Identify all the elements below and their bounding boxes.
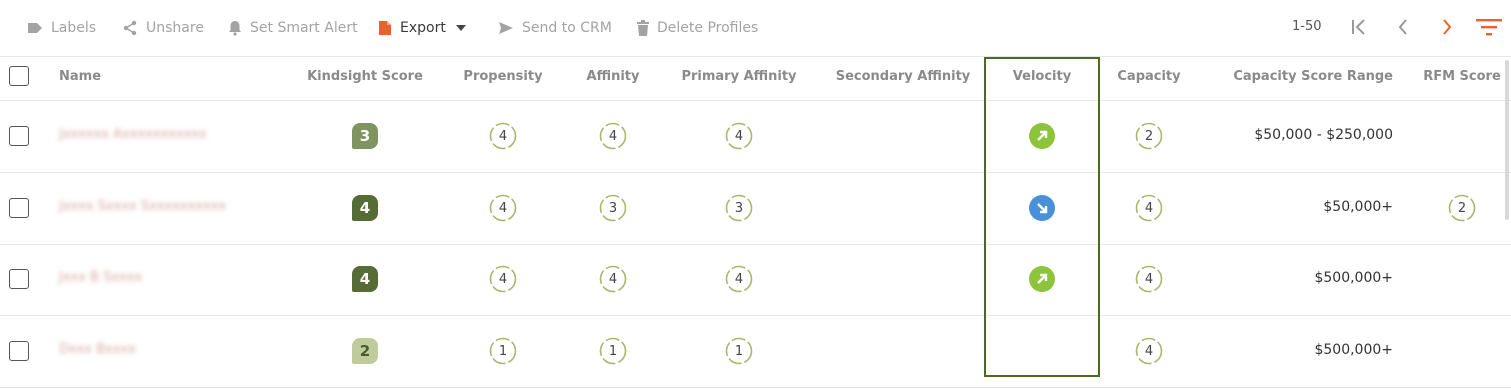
kindsight-score-badge: 4 — [352, 266, 378, 292]
profile-name-link[interactable]: Jxxx B Sxxxx — [59, 270, 142, 285]
column-header-name[interactable]: Name — [59, 69, 101, 84]
primary-affinity-score: 1 — [725, 337, 753, 365]
capacity-score-range: $50,000 - $250,000 — [1254, 127, 1393, 143]
labels-label: Labels — [51, 20, 97, 36]
table-row[interactable]: Jxxxxxx Axxxxxxxxxxx 3 4 4 4 2 $50,000 -… — [0, 101, 1511, 173]
row-checkbox[interactable] — [9, 126, 29, 146]
share-icon — [123, 20, 137, 36]
affinity-score: 4 — [599, 122, 627, 150]
export-button[interactable]: Export — [378, 18, 466, 38]
previous-page-button[interactable] — [1390, 14, 1416, 40]
propensity-score: 4 — [489, 194, 517, 222]
capacity-score-range: $500,000+ — [1314, 342, 1393, 358]
kindsight-score-badge: 3 — [352, 123, 378, 149]
delete-profiles-button[interactable]: Delete Profiles — [637, 18, 758, 38]
profile-name-link[interactable]: Jxxxx Sxxxx Sxxxxxxxxxx — [59, 199, 226, 214]
bell-icon — [229, 21, 241, 36]
table-row[interactable]: Dxxx Bxxxx 2 1 1 1 4 $500,000+ — [0, 316, 1511, 388]
profile-name-link[interactable]: Jxxxxxx Axxxxxxxxxxx — [59, 127, 207, 142]
first-page-icon — [1352, 19, 1365, 35]
kindsight-score-badge: 4 — [352, 195, 378, 221]
column-header-secondary-affinity[interactable]: Secondary Affinity — [836, 69, 971, 84]
column-header-affinity[interactable]: Affinity — [587, 69, 640, 84]
set-smart-alert-button[interactable]: Set Smart Alert — [228, 18, 358, 38]
delete-profiles-label: Delete Profiles — [657, 20, 759, 36]
filter-button[interactable] — [1475, 14, 1503, 40]
row-checkbox[interactable] — [9, 198, 29, 218]
filter-icon — [1476, 19, 1502, 36]
table-row[interactable]: Jxxx B Sxxxx 4 4 4 4 4 $500,000+ — [0, 244, 1511, 316]
affinity-score: 3 — [599, 194, 627, 222]
send-icon — [499, 22, 513, 34]
column-header-velocity[interactable]: Velocity — [1013, 69, 1071, 84]
affinity-score: 4 — [599, 265, 627, 293]
select-all-checkbox[interactable] — [9, 66, 29, 86]
capacity-score-range: $500,000+ — [1314, 270, 1393, 286]
unshare-button[interactable]: Unshare — [122, 18, 204, 38]
propensity-score: 1 — [489, 337, 517, 365]
capacity-score: 4 — [1135, 265, 1163, 293]
chevron-right-icon — [1443, 19, 1452, 35]
column-header-propensity[interactable]: Propensity — [463, 69, 542, 84]
chevron-left-icon — [1398, 19, 1407, 35]
velocity-up-icon — [1029, 266, 1055, 292]
unshare-label: Unshare — [146, 20, 204, 36]
column-header-capacity-score-range[interactable]: Capacity Score Range — [1233, 69, 1393, 84]
column-header-rfm-score[interactable]: RFM Score — [1423, 69, 1501, 84]
affinity-score: 1 — [599, 337, 627, 365]
primary-affinity-score: 4 — [725, 122, 753, 150]
set-smart-alert-label: Set Smart Alert — [250, 20, 358, 36]
column-header-kindsight-score[interactable]: Kindsight Score — [307, 69, 423, 84]
table-header: Name Kindsight Score Propensity Affinity… — [0, 57, 1511, 101]
row-checkbox[interactable] — [9, 341, 29, 361]
kindsight-score-badge: 2 — [352, 338, 378, 364]
rfm-score: 2 — [1448, 194, 1476, 222]
capacity-score-range: $50,000+ — [1323, 199, 1393, 215]
table-row[interactable]: Jxxxx Sxxxx Sxxxxxxxxxx 4 4 3 3 4 $50,00… — [0, 173, 1511, 245]
capacity-score: 4 — [1135, 194, 1163, 222]
column-header-primary-affinity[interactable]: Primary Affinity — [681, 69, 796, 84]
tag-icon — [28, 23, 42, 33]
send-to-crm-button[interactable]: Send to CRM — [498, 18, 612, 38]
profile-name-link[interactable]: Dxxx Bxxxx — [59, 342, 136, 357]
vertical-scrollbar[interactable] — [1505, 60, 1509, 220]
propensity-score: 4 — [489, 122, 517, 150]
propensity-score: 4 — [489, 265, 517, 293]
send-to-crm-label: Send to CRM — [522, 20, 612, 36]
primary-affinity-score: 3 — [725, 194, 753, 222]
first-page-button[interactable] — [1346, 14, 1372, 40]
column-header-capacity[interactable]: Capacity — [1117, 69, 1180, 84]
row-checkbox[interactable] — [9, 269, 29, 289]
document-icon — [379, 21, 391, 35]
primary-affinity-score: 4 — [725, 265, 753, 293]
capacity-score: 4 — [1135, 337, 1163, 365]
pager-range: 1-50 — [1292, 19, 1322, 34]
toolbar: Labels Unshare Set Smart Alert Export Se… — [0, 0, 1511, 57]
labels-button[interactable]: Labels — [27, 18, 96, 38]
velocity-up-icon — [1029, 123, 1055, 149]
export-label: Export — [400, 20, 446, 36]
caret-down-icon — [455, 25, 466, 31]
next-page-button[interactable] — [1434, 14, 1460, 40]
velocity-down-icon — [1029, 195, 1055, 221]
capacity-score: 2 — [1135, 122, 1163, 150]
trash-icon — [637, 20, 649, 36]
